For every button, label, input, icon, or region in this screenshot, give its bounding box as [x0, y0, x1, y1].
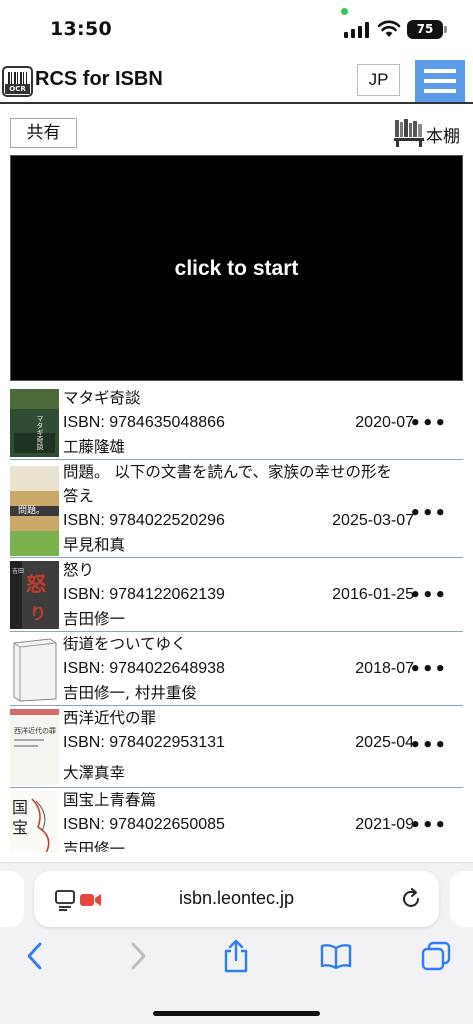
- url-text: isbn.leontec.jp: [178, 888, 295, 908]
- list-item[interactable]: マタギ奇談 マタギ奇談 ISBN: 9784635048866 2020-07 …: [10, 386, 463, 460]
- svg-text:吉田: 吉田: [12, 568, 24, 575]
- app-logo: OCR: [2, 66, 33, 97]
- bookmarks-icon[interactable]: [320, 943, 352, 969]
- battery-icon: 75: [407, 20, 443, 39]
- book-cover: 国 宝: [10, 791, 59, 852]
- app-header: OCR RCS for ISBN JP: [0, 60, 473, 104]
- book-title: 国宝上青春篇: [63, 791, 157, 809]
- more-options-icon[interactable]: •••: [409, 587, 447, 605]
- book-cover: 怒 り 吉田: [10, 561, 59, 629]
- status-time: 13:50: [50, 18, 112, 40]
- book-date: 2025-03-07: [332, 512, 414, 529]
- book-title: 西洋近代の罪: [63, 709, 157, 727]
- book-isbn: ISBN: 9784022520296: [63, 512, 225, 529]
- logo-text: OCR: [5, 84, 30, 94]
- svg-text:問題。: 問題。: [18, 505, 45, 516]
- tabs-icon[interactable]: [421, 941, 451, 971]
- share-button[interactable]: 共有: [10, 118, 77, 148]
- cellular-signal-icon: [344, 22, 369, 38]
- status-bar: 13:50 75: [0, 0, 473, 56]
- more-options-icon[interactable]: •••: [409, 661, 447, 679]
- book-date: 2016-01-25: [332, 586, 414, 603]
- svg-text:国: 国: [12, 798, 28, 817]
- book-title: 街道をついてゆく: [63, 635, 187, 653]
- svg-text:怒: 怒: [26, 572, 46, 596]
- bookshelf-label: 本棚: [426, 127, 460, 147]
- wifi-icon: [377, 20, 401, 37]
- book-isbn: ISBN: 9784022953131: [63, 734, 225, 751]
- share-icon[interactable]: [222, 939, 250, 973]
- next-tab-preview[interactable]: [450, 871, 473, 927]
- reload-icon[interactable]: [400, 888, 422, 910]
- book-author: 吉田修一: [63, 840, 126, 852]
- list-item[interactable]: 国 宝 国宝上青春篇 ISBN: 9784022650085 2021-09 吉…: [10, 788, 463, 852]
- book-date: 2021-09: [355, 816, 414, 833]
- book-author: 早見和真: [63, 536, 126, 554]
- browser-toolbar: isbn.leontec.jp: [0, 862, 473, 1024]
- more-options-icon[interactable]: •••: [409, 415, 447, 433]
- book-isbn: ISBN: 9784022648938: [63, 660, 225, 677]
- book-author: 吉田修一: [63, 610, 126, 628]
- book-isbn: ISBN: 9784122062139: [63, 586, 225, 603]
- book-date: 2025-04: [355, 734, 414, 751]
- svg-text:マタギ奇談: マタギ奇談: [36, 415, 44, 451]
- svg-text:り: り: [30, 604, 46, 623]
- book-list: マタギ奇談 マタギ奇談 ISBN: 9784635048866 2020-07 …: [10, 386, 463, 852]
- list-item[interactable]: 怒 り 吉田 怒り ISBN: 9784122062139 2016-01-25…: [10, 558, 463, 632]
- book-cover: [10, 635, 59, 703]
- hamburger-menu-button[interactable]: [415, 60, 465, 102]
- app-title: RCS for ISBN: [35, 68, 163, 90]
- camera-scanner-area[interactable]: click to start: [10, 155, 463, 381]
- bookshelf-icon: [394, 119, 424, 147]
- book-cover: 西洋近代の罪: [10, 709, 59, 785]
- book-author: 大澤真幸: [63, 764, 126, 782]
- book-title-continued: 答え: [63, 487, 95, 505]
- home-indicator: [153, 1011, 320, 1016]
- book-cover: マタギ奇談: [10, 389, 59, 457]
- more-options-icon[interactable]: •••: [409, 817, 447, 835]
- list-item[interactable]: 西洋近代の罪 西洋近代の罪 ISBN: 9784022953131 2025-0…: [10, 706, 463, 788]
- book-date: 2018-07: [355, 660, 414, 677]
- svg-text:宝: 宝: [12, 818, 28, 837]
- more-options-icon[interactable]: •••: [409, 505, 447, 523]
- forward-icon[interactable]: [127, 941, 149, 971]
- barcode-icon: [8, 72, 27, 84]
- address-bar[interactable]: isbn.leontec.jp: [34, 871, 439, 927]
- book-title: マタギ奇談: [63, 389, 141, 407]
- language-button[interactable]: JP: [357, 64, 400, 96]
- book-cover: 問題。: [10, 466, 59, 556]
- camera-in-use-indicator: [341, 8, 348, 15]
- more-options-icon[interactable]: •••: [409, 737, 447, 755]
- back-icon[interactable]: [24, 941, 46, 971]
- book-title: 怒り: [63, 561, 95, 579]
- book-isbn: ISBN: 9784635048866: [63, 414, 225, 431]
- book-date: 2020-07: [355, 414, 414, 431]
- list-item[interactable]: 問題。 問題。 以下の文書を読んで、家族の幸せの形を 答え ISBN: 9784…: [10, 460, 463, 558]
- previous-tab-preview[interactable]: [0, 871, 24, 927]
- book-title: 問題。 以下の文書を読んで、家族の幸せの形を: [63, 463, 393, 481]
- svg-text:西洋近代の罪: 西洋近代の罪: [14, 726, 56, 735]
- book-author: 吉田修一, 村井重俊: [63, 684, 197, 702]
- book-author: 工藤隆雄: [63, 438, 126, 456]
- book-isbn: ISBN: 9784022650085: [63, 816, 225, 833]
- battery-cap: [444, 26, 447, 33]
- list-item[interactable]: 街道をついてゆく ISBN: 9784022648938 2018-07 吉田修…: [10, 632, 463, 706]
